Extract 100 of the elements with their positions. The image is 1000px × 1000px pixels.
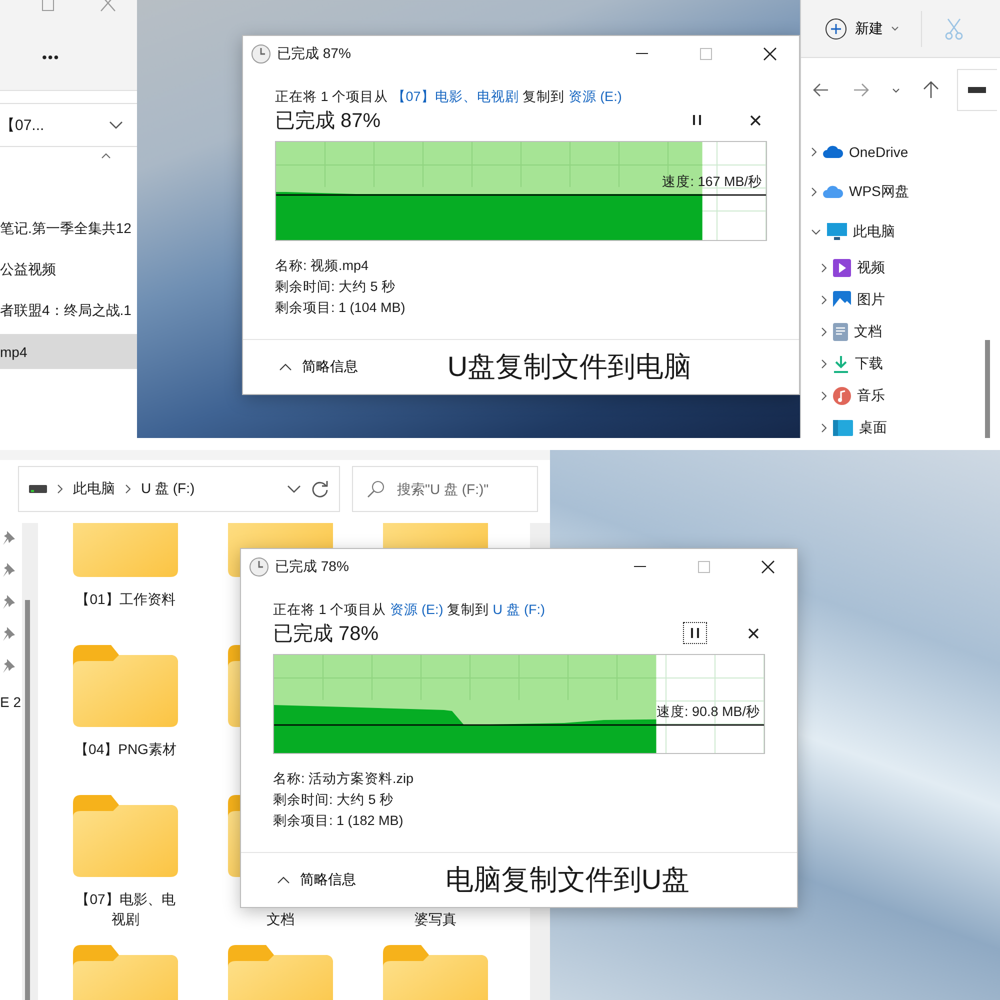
tree-item[interactable]: 桌面 [801,412,1000,438]
chevron-right-icon [57,484,63,494]
search-icon [367,480,385,498]
document-icon [833,323,848,341]
pin-icon[interactable] [2,658,16,674]
search-field[interactable]: 搜索"U 盘 (F:)" [397,469,537,509]
cloud-icon [823,145,843,159]
minimize-icon [634,566,646,568]
detail-text: 剩余项目: 1 (182 MB) [273,812,404,830]
picture-icon [833,291,851,309]
detail-text: 名称: 视频.mp4 [275,257,370,275]
chevron-right-icon[interactable] [821,327,827,337]
address-bar[interactable]: 此电脑 U 盘 (F:) [18,466,340,512]
folder-label[interactable]: 文档 [224,909,336,929]
caret-icon [891,26,899,31]
file-item[interactable]: 者联盟4：终局之战.1 [0,293,137,328]
address-bar[interactable] [957,69,997,111]
refresh-icon[interactable] [311,480,329,498]
arrow-right-icon [853,83,869,97]
chevron-up-icon [279,363,292,371]
chevron-right-icon[interactable] [821,423,827,433]
copy-message: 正在将 1 个项目从 资源 (E:) 复制到 U 盘 (F:) [273,601,546,619]
close-icon [750,114,760,126]
tree-item[interactable]: 视频 [801,252,1000,284]
tree-item[interactable]: 下载 [801,348,1000,380]
speed-label: 速度: 167 MB/秒 [662,173,762,191]
detail-text: 剩余时间: 大约 5 秒 [273,791,395,809]
location-link[interactable]: 【07】电影、电视剧 [392,89,519,104]
sidebar-text[interactable]: E 2 [0,694,22,710]
folder-icon[interactable] [73,645,178,727]
breadcrumb-item[interactable]: 此电脑 [73,480,115,498]
file-item[interactable]: mp4 [0,334,137,369]
pause-button[interactable] [683,622,707,644]
close-icon [761,560,775,574]
close-icon [763,46,777,60]
folder-icon[interactable] [73,795,178,877]
pause-icon [693,115,701,125]
download-icon [833,355,849,373]
pin-icon[interactable] [2,626,16,642]
window-title: 已完成 87% [277,44,352,62]
detail-text: 名称: 活动方案资料.zip [273,770,415,788]
chevron-right-icon[interactable] [821,263,827,273]
tree-item[interactable]: 音乐 [801,380,1000,412]
details-toggle[interactable]: 简略信息 [275,869,358,891]
minimize-icon [636,52,648,54]
maximize-icon [700,48,712,60]
drive-icon [968,87,986,93]
arrow-left-icon [813,83,829,97]
tree-item[interactable]: 图片 [801,284,1000,316]
breadcrumb-item[interactable]: U 盘 (F:) [141,480,195,498]
chevron-right-icon[interactable] [821,295,827,305]
pin-icon[interactable] [2,594,16,610]
pin-icon[interactable] [2,562,16,578]
chevron-up-icon [277,876,290,884]
clock-icon [251,44,271,64]
video-icon [833,259,851,277]
arrow-up-icon [923,81,939,99]
speed-label: 速度: 90.8 MB/秒 [656,703,760,721]
sort-caret-icon[interactable] [101,153,111,159]
folder-label[interactable]: 婆写真 [380,909,492,929]
location-link[interactable]: U 盘 (F:) [492,602,546,617]
close-icon [748,628,758,638]
tree-item[interactable]: OneDrive [801,132,1000,172]
chevron-right-icon[interactable] [811,147,817,157]
tree-item[interactable]: 文档 [801,316,1000,348]
file-item[interactable]: 笔记.第一季全集共12 [0,211,137,246]
scrollbar[interactable] [25,600,30,1000]
search-box[interactable]: 搜索"U 盘 (F:)" [352,466,538,512]
chevron-right-icon[interactable] [811,187,817,197]
folder-label[interactable]: 【07】电影、电视剧 [70,889,182,929]
pin-icon[interactable] [2,530,16,546]
drive-icon [29,485,47,493]
maximize-icon [698,560,710,572]
tree-item[interactable]: 此电脑 [801,212,1000,252]
scrollbar[interactable] [985,340,990,438]
location-link[interactable]: 资源 (E:) [568,89,622,104]
copy-message: 正在将 1 个项目从 【07】电影、电视剧 复制到 资源 (E:) [275,88,623,106]
music-icon [833,387,851,405]
more-button[interactable]: ••• [38,45,64,69]
chevron-right-icon[interactable] [821,359,827,369]
address-bar[interactable]: 【07... [0,103,137,147]
caption-text: 电脑复制文件到U盘 [445,863,691,897]
chevron-down-icon [109,121,123,129]
add-icon [825,18,847,40]
location-link[interactable]: 资源 (E:) [390,602,444,617]
pause-icon [691,628,699,638]
chevron-down-icon[interactable] [811,229,821,235]
progress-heading: 已完成 87% [275,108,382,134]
clock-icon [249,556,269,576]
chevron-down-icon[interactable] [287,485,301,493]
chevron-right-icon [125,484,131,494]
folder-label[interactable]: 【04】PNG素材 [70,739,182,759]
file-item[interactable]: 公益视频 [0,252,137,287]
monitor-icon [827,223,847,241]
chevron-right-icon[interactable] [821,391,827,401]
details-toggle[interactable]: 简略信息 [277,356,360,378]
detail-text: 剩余项目: 1 (104 MB) [275,299,406,317]
detail-text: 剩余时间: 大约 5 秒 [275,278,397,296]
tree-item[interactable]: WPS网盘 [801,172,1000,212]
folder-label[interactable]: 【01】工作资料 [70,589,182,609]
